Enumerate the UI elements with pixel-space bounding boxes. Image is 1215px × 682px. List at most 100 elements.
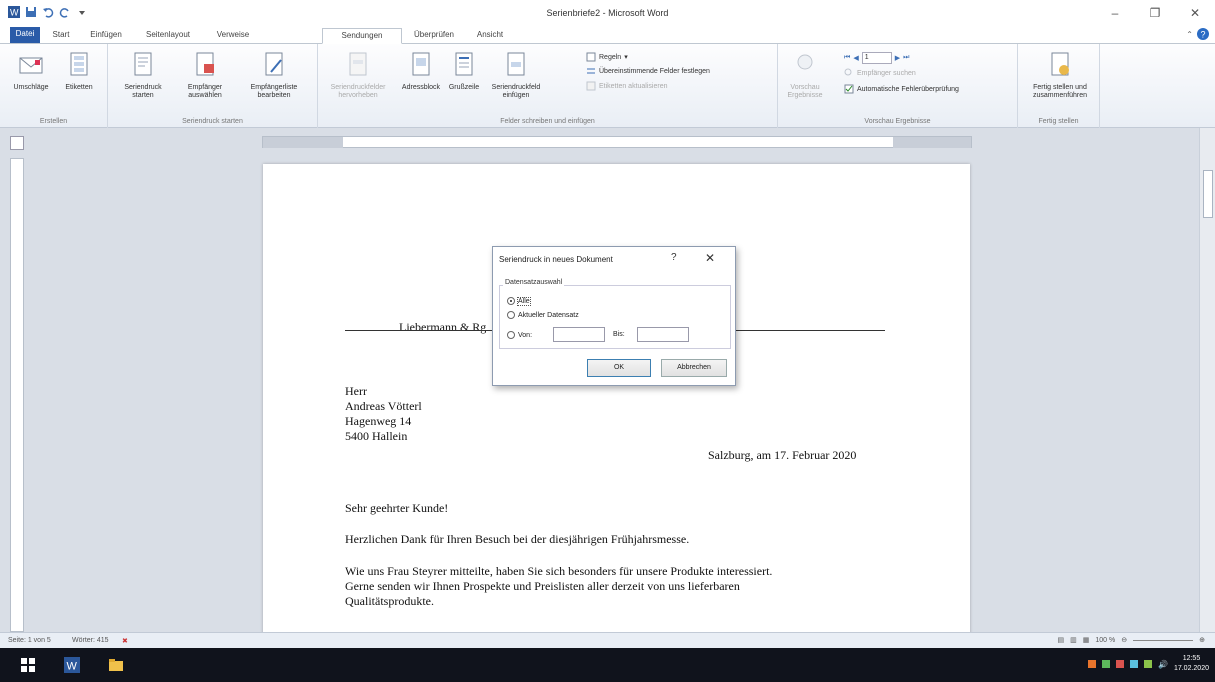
fertig-stellen-button[interactable]: Fertig stellen und zusammenführen [1024, 50, 1096, 100]
radio-alle[interactable]: Alle [507, 296, 531, 306]
update-labels-icon [586, 81, 596, 91]
vorschau-ergebnisse-button[interactable]: Vorschau Ergebnisse [780, 50, 830, 100]
ruler-left-margin [263, 137, 343, 148]
svg-text:?: ? [1201, 30, 1206, 40]
ribbon-help-area: ⌃ ? [1186, 28, 1209, 40]
seriendruckfelder-hervorheben-button[interactable]: Seriendruckfelder hervorheben [322, 50, 394, 100]
tray-icon-battery[interactable] [1143, 660, 1152, 668]
dialog-help-button[interactable]: ? [671, 252, 677, 263]
fullscreen-reading-icon[interactable]: ▥ [1070, 636, 1077, 644]
first-record-icon[interactable]: ⏮ [844, 54, 850, 62]
felder-festlegen-button[interactable]: Übereinstimmende Felder festlegen [586, 66, 710, 76]
select-recipients-icon [196, 52, 214, 76]
taskbar-clock[interactable]: 12:55 17.02.2020 [1174, 654, 1209, 674]
grusszeile-button[interactable]: Grußzeile [444, 50, 484, 92]
next-record-icon[interactable]: ▶ [895, 54, 900, 62]
web-layout-icon[interactable]: ▦ [1083, 636, 1090, 644]
zoom-slider[interactable] [1133, 639, 1194, 641]
page-count[interactable]: Seite: 1 von 5 [8, 637, 51, 644]
window-title: Serienbriefe2 - Microsoft Word [546, 8, 669, 18]
radio-von[interactable]: Von: [507, 331, 532, 339]
match-fields-icon [587, 68, 595, 74]
ribbon-tabs: Datei Start Einfügen Seitenlayout Verwei… [0, 26, 1215, 44]
fehlerueberpruefung-button[interactable]: Automatische Fehlerüberprüfung [844, 84, 959, 94]
group-erstellen: Umschläge Etiketten Erstellen [0, 44, 108, 128]
speaker-icon[interactable]: 🔊 [1158, 660, 1168, 669]
record-number-input[interactable]: 1 [861, 52, 892, 64]
window-controls: – ❐ ✕ [1095, 0, 1215, 26]
address-block-icon [412, 52, 430, 76]
error-check-icon [844, 84, 854, 94]
etiketten-button[interactable]: Etiketten [56, 50, 102, 92]
zoom-out-icon[interactable]: ⊖ [1121, 636, 1127, 644]
file-explorer-icon[interactable] [108, 657, 124, 673]
tab-sendungen[interactable]: Sendungen [322, 28, 402, 44]
von-input[interactable] [553, 327, 605, 342]
group-label-erstellen: Erstellen [39, 118, 68, 125]
group-label-vorschau: Vorschau Ergebnisse [864, 118, 931, 125]
tab-datei[interactable]: Datei [10, 27, 40, 43]
etiketten-aktualisieren-button[interactable]: Etiketten aktualisieren [586, 81, 667, 91]
bis-label: Bis: [613, 331, 625, 338]
seriendruck-starten-button[interactable]: Seriendruck starten [114, 50, 172, 100]
tab-ueberpruefen[interactable]: Überprüfen [404, 28, 464, 44]
document-page[interactable]: Liebermann & Rg Herr Andreas Vötterl Hag… [263, 164, 970, 632]
dialog-close-button[interactable]: ✕ [705, 251, 715, 265]
proofing-icon[interactable]: ✖ [122, 637, 128, 645]
tray-icon-app[interactable] [1101, 660, 1110, 668]
last-record-icon[interactable]: ⏭ [903, 54, 909, 62]
preview-results-icon [797, 54, 813, 70]
abbrechen-button[interactable]: Abbrechen [661, 359, 727, 377]
greeting-line-icon [455, 52, 473, 76]
restore-icon[interactable]: ❐ [1135, 0, 1175, 26]
scrollbar-thumb[interactable] [1203, 170, 1213, 218]
tray-icon-security[interactable] [1115, 660, 1124, 668]
tray-icon-network[interactable] [1129, 660, 1138, 668]
title-bar: W Serienbriefe2 - Microsoft Word – ❐ ✕ [0, 0, 1215, 26]
seriendruckfeld-einfuegen-button[interactable]: Seriendruckfeld einfügen [484, 50, 548, 100]
dialog-title: Seriendruck in neues Dokument [499, 255, 613, 264]
group-label-felder: Felder schreiben und einfügen [500, 118, 595, 125]
minimize-icon[interactable]: – [1095, 0, 1135, 26]
empfaenger-suchen-button[interactable]: Empfänger suchen [844, 68, 916, 78]
ribbon: Umschläge Etiketten Erstellen Seriendruc… [0, 44, 1215, 128]
labels-icon [70, 52, 88, 76]
adressblock-button[interactable]: Adressblock [398, 50, 444, 92]
windows-start-icon[interactable] [20, 657, 36, 673]
word-count[interactable]: Wörter: 415 [72, 637, 109, 644]
prev-record-icon[interactable]: ◀ [853, 54, 858, 62]
regeln-button[interactable]: Regeln ▾ [586, 52, 628, 62]
ok-button[interactable]: OK [587, 359, 651, 377]
tab-selector[interactable] [10, 136, 24, 150]
taskbar: W 🔊 12:55 17.02.2020 [0, 648, 1215, 682]
vertical-ruler[interactable] [10, 158, 24, 632]
empfaenger-auswaehlen-button[interactable]: Empfänger auswählen [174, 50, 236, 100]
horizontal-ruler[interactable] [262, 136, 972, 148]
tab-einfuegen[interactable]: Einfügen [80, 28, 132, 44]
date-line: Salzburg, am 17. Februar 2020 [708, 448, 857, 462]
bis-input[interactable] [637, 327, 689, 342]
zoom-level[interactable]: 100 % [1095, 637, 1115, 644]
sender-line: Liebermann & Rg [399, 320, 487, 334]
print-layout-icon[interactable]: ▤ [1058, 636, 1065, 644]
zoom-controls: ▤ ▥ ▦ 100 % ⊖ ⊕ [1058, 636, 1205, 645]
ribbon-collapse-icon[interactable]: ⌃ [1186, 30, 1193, 39]
close-window-icon[interactable]: ✕ [1175, 0, 1215, 26]
vertical-scrollbar[interactable] [1199, 128, 1215, 632]
group-label-fertig: Fertig stellen [1038, 118, 1079, 125]
tray-icon-office[interactable] [1087, 660, 1096, 668]
tab-start[interactable]: Start [44, 28, 78, 44]
radio-aktueller-datensatz[interactable]: Aktueller Datensatz [507, 311, 579, 319]
zoom-in-icon[interactable]: ⊕ [1199, 636, 1205, 644]
group-label-seriendruck-starten: Seriendruck starten [182, 118, 243, 125]
word-taskbar-icon[interactable]: W [64, 657, 80, 673]
tab-ansicht[interactable]: Ansicht [466, 28, 514, 44]
help-icon[interactable]: ? [1197, 28, 1209, 40]
envelope-icon [19, 57, 43, 74]
tab-verweise[interactable]: Verweise [204, 28, 262, 44]
tab-seitenlayout[interactable]: Seitenlayout [134, 28, 202, 44]
empfaengerliste-bearbeiten-button[interactable]: Empfängerliste bearbeiten [238, 50, 310, 100]
umschlaege-button[interactable]: Umschläge [6, 50, 56, 92]
finish-merge-icon [1051, 52, 1069, 76]
status-bar: Seite: 1 von 5 Wörter: 415 ✖ ▤ ▥ ▦ 100 %… [0, 632, 1215, 648]
